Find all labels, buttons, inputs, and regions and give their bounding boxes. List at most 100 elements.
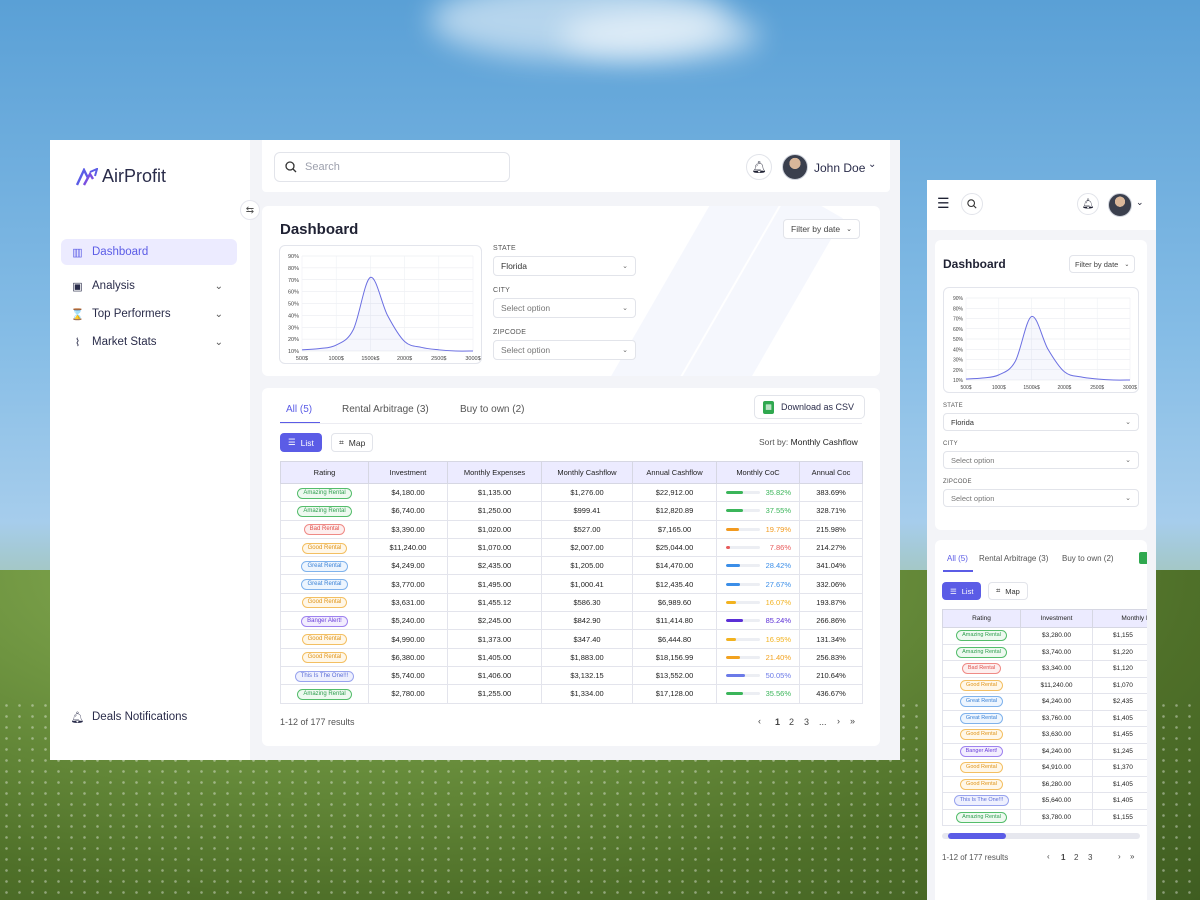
page-2[interactable]: 2 <box>1074 853 1078 862</box>
tab-rental-arbitrage[interactable]: Rental Arbitrage (3) <box>979 554 1048 563</box>
page-1[interactable]: 1 <box>1061 853 1065 862</box>
tab-rental-arbitrage[interactable]: Rental Arbitrage (3) <box>342 404 429 415</box>
filter-by-date-button[interactable]: Filter by date ⌄ <box>783 219 861 239</box>
city-label: CITY <box>943 441 958 447</box>
rating-cell: Banger Alert! <box>942 742 1021 760</box>
table-row[interactable]: Amazing Rental $4,180.00 $1,135.00 $1,276.0… <box>280 482 863 503</box>
zipcode-select[interactable]: Select option ⌄ <box>493 340 636 360</box>
list-view-button[interactable]: ☰ List <box>280 433 322 452</box>
list-view-button[interactable]: ☰ List <box>942 582 982 600</box>
avatar[interactable] <box>1108 193 1132 217</box>
coc-value: 7.86% <box>769 543 791 553</box>
page-3[interactable]: 3 <box>1088 853 1092 862</box>
table-row[interactable]: Great Rental $4,249.00 $2,435.00 $1,205.00 $… <box>280 556 863 576</box>
hamburger-menu-icon[interactable]: ☰ <box>937 195 950 212</box>
table-row[interactable]: Great Rental $3,760.00 $1,405 <box>942 709 1147 727</box>
table-row[interactable]: This Is The One!!! $5,740.00 $1,406.00 $3,1… <box>280 665 863 686</box>
table-row[interactable]: Bad Rental $3,390.00 $1,020.00 $527.00 $7,16… <box>280 519 863 539</box>
acf-cell: $22,912.00 <box>632 482 717 503</box>
table-row[interactable]: Good Rental $11,240.00 $1,070 <box>942 676 1147 694</box>
tab-buy-to-own[interactable]: Buy to own (2) <box>460 404 524 415</box>
column-header[interactable]: Monthly Ex <box>1092 609 1147 628</box>
table-row[interactable]: Amazing Rental $3,280.00 $1,155 <box>942 627 1147 645</box>
sort-control[interactable]: Sort by: Monthly Cashflow <box>759 437 858 447</box>
table-row[interactable]: Good Rental $4,910.00 $1,370 <box>942 759 1147 777</box>
exp-cell: $2,245.00 <box>447 611 542 631</box>
table-row[interactable]: Amazing Rental $2,780.00 $1,255.00 $1,334.0… <box>280 684 863 704</box>
table-row[interactable]: Amazing Rental $3,740.00 $1,220 <box>942 643 1147 661</box>
table-row[interactable]: Good Rental $3,631.00 $1,455.12 $586.30 $6,9… <box>280 592 863 613</box>
chevron-down-icon[interactable]: ⌄ <box>1136 197 1144 208</box>
sidebar-collapse-toggle[interactable]: ⇆ <box>240 200 260 220</box>
horizontal-scrollbar[interactable] <box>942 833 1140 839</box>
table-row[interactable]: Good Rental $11,240.00 $1,070.00 $2,007.00 $… <box>280 537 863 558</box>
chevron-left-icon[interactable]: ‹ <box>1047 852 1050 861</box>
rating-badge: Great Rental <box>959 696 1004 708</box>
city-select[interactable]: Select option ⌄ <box>493 298 636 318</box>
column-header[interactable]: Annual Coc <box>799 461 863 484</box>
page-2[interactable]: 2 <box>789 717 794 727</box>
chevron-down-icon[interactable]: ⌄ <box>868 159 876 170</box>
page-1[interactable]: 1 <box>775 717 780 727</box>
column-header[interactable]: Investment <box>368 461 448 484</box>
state-value: Florida <box>951 417 974 427</box>
chevron-right-icon[interactable]: › <box>837 716 840 726</box>
user-name[interactable]: John Doe <box>814 161 865 175</box>
state-select[interactable]: Florida ⌄ <box>493 256 636 276</box>
mobile-window: ☰ 🔔︎ ⌄ Dashboard Filter by date ⌄ 10% 20% 3… <box>927 180 1156 900</box>
column-header[interactable]: Investment <box>1020 609 1093 628</box>
tab-all[interactable]: All (5) <box>947 554 968 563</box>
tab-buy-to-own[interactable]: Buy to own (2) <box>1062 554 1114 563</box>
sidebar-item-dashboard[interactable]: ▥ Dashboard <box>61 239 237 265</box>
download-csv-button[interactable]: ▦ Download as CSV <box>754 395 866 419</box>
coc-progress-fill <box>726 527 739 531</box>
chevron-left-icon[interactable]: ‹ <box>758 716 761 726</box>
table-row[interactable]: Good Rental $6,280.00 $1,405 <box>942 775 1147 793</box>
search-button[interactable] <box>961 193 983 215</box>
column-header[interactable]: Monthly Cashflow <box>541 461 633 484</box>
table-row[interactable]: Bad Rental $3,340.00 $1,120 <box>942 660 1147 678</box>
filter-by-date-button[interactable]: Filter by date ⌄ <box>1069 255 1136 273</box>
table-row[interactable]: Good Rental $3,630.00 $1,455 <box>942 726 1147 744</box>
inv-cell: $3,631.00 <box>368 592 448 613</box>
spreadsheet-icon[interactable] <box>1139 552 1147 564</box>
map-view-button[interactable]: ⌗ Map <box>331 433 374 452</box>
map-view-button[interactable]: ⌗ Map <box>988 582 1028 600</box>
table-row[interactable]: Amazing Rental $3,780.00 $1,155 <box>942 808 1147 826</box>
sidebar-item-deals-notifications[interactable]: 🔔︎ Deals Notifications <box>61 704 237 730</box>
last-page-icon[interactable]: » <box>850 716 855 726</box>
table-row[interactable]: Good Rental $6,380.00 $1,405.00 $1,883.00 $1… <box>280 647 863 667</box>
column-header[interactable]: Monthly Expenses <box>447 461 542 484</box>
notifications-button[interactable]: 🔔︎ <box>1077 193 1099 215</box>
sidebar-item-top-performers[interactable]: ⌛ Top Performers ⌄ <box>61 301 237 327</box>
table-row[interactable]: This Is The One!!! $5,640.00 $1,405 <box>942 792 1147 810</box>
table-row[interactable]: Great Rental $4,240.00 $2,435 <box>942 693 1147 711</box>
tab-all[interactable]: All (5) <box>286 404 312 415</box>
sidebar-item-market-stats[interactable]: ⌇ Market Stats ⌄ <box>61 329 237 355</box>
column-header[interactable]: Monthly CoC <box>716 461 800 484</box>
sidebar-item-analysis[interactable]: ▣ Analysis ⌄ <box>61 273 237 299</box>
page-3[interactable]: 3 <box>804 717 809 727</box>
avatar[interactable] <box>782 154 808 180</box>
coc-value: 16.07% <box>765 597 791 607</box>
city-select[interactable]: Select option ⌄ <box>943 451 1139 469</box>
table-row[interactable]: Great Rental $3,770.00 $1,495.00 $1,000.41 $… <box>280 574 863 594</box>
column-header[interactable]: Annual Cashflow <box>632 461 717 484</box>
column-header[interactable]: Rating <box>280 461 369 484</box>
brand-name: AirProfit <box>102 166 167 186</box>
table-row[interactable]: Banger Alert! $5,240.00 $2,245.00 $842.90 $1… <box>280 611 863 631</box>
search-input[interactable]: Search <box>274 152 510 182</box>
last-page-icon[interactable]: » <box>1130 852 1134 861</box>
notifications-button[interactable]: 🔔︎ <box>746 154 772 180</box>
desktop-window: AirProfit ▥ Dashboard ▣ Analysis ⌄ ⌛ Top… <box>50 140 900 760</box>
table-row[interactable]: Banger Alert! $4,240.00 $1,245 <box>942 742 1147 760</box>
scrollbar-thumb[interactable] <box>948 833 1006 839</box>
coc-progress-fill <box>726 509 743 513</box>
table-row[interactable]: Good Rental $4,990.00 $1,373.00 $347.40 $6,4… <box>280 629 863 649</box>
chevron-right-icon[interactable]: › <box>1118 852 1121 861</box>
zipcode-select[interactable]: Select option ⌄ <box>943 489 1139 507</box>
table-row[interactable]: Amazing Rental $6,740.00 $1,250.00 $999.41 $… <box>280 501 863 521</box>
state-select[interactable]: Florida ⌄ <box>943 413 1139 431</box>
column-header[interactable]: Rating <box>942 609 1021 628</box>
rating-badge: This Is The One!!! <box>294 670 355 682</box>
